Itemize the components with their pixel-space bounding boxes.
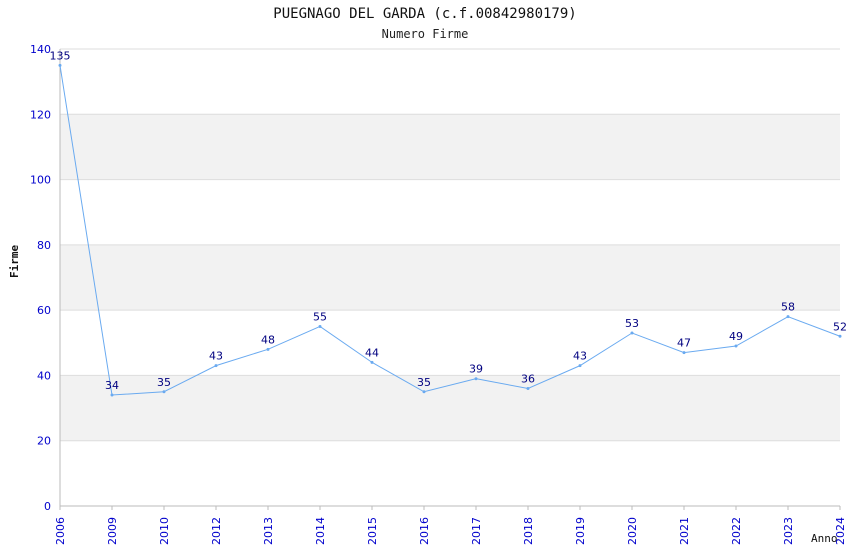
x-tick-label: 2013: [262, 517, 275, 545]
data-label: 43: [573, 350, 587, 363]
line-chart: 0 20 40 60 80 100 120 140 2006 2009 2010 2012 2013 20…: [30, 43, 847, 545]
x-tick-label: 2022: [730, 517, 743, 545]
x-tick-label: 2019: [574, 517, 587, 545]
data-point: [526, 386, 530, 390]
data-label: 55: [313, 310, 327, 323]
x-tick-label: 2016: [418, 517, 431, 545]
data-label: 58: [781, 301, 795, 314]
data-point: [58, 63, 62, 67]
data-point: [734, 344, 738, 348]
x-tick-label: 2010: [158, 517, 171, 545]
data-label: 52: [833, 320, 847, 333]
x-tick-label: 2009: [106, 517, 119, 545]
data-point: [318, 324, 322, 328]
x-tick-label: 2014: [314, 517, 327, 545]
data-label: 35: [417, 376, 431, 389]
data-point: [838, 334, 842, 338]
x-tick-label: 2024: [834, 517, 847, 545]
data-point: [474, 377, 478, 381]
x-tick-label: 2018: [522, 517, 535, 545]
y-tick-label: 80: [37, 239, 51, 252]
data-label: 43: [209, 350, 223, 363]
x-tick-label: 2017: [470, 517, 483, 545]
data-label: 53: [625, 317, 639, 330]
data-label: 135: [50, 49, 71, 62]
grid-band: [60, 114, 840, 180]
x-tick-label: 2023: [782, 517, 795, 545]
x-tick-label: 2012: [210, 517, 223, 545]
y-tick-label: 100: [30, 174, 51, 187]
x-tick-label: 2020: [626, 517, 639, 545]
data-point: [786, 315, 790, 319]
data-point: [266, 347, 270, 351]
data-point: [422, 390, 426, 394]
x-tick-label: 2021: [678, 517, 691, 545]
y-tick-label: 20: [37, 435, 51, 448]
data-label: 48: [261, 333, 275, 346]
y-tick-label: 60: [37, 304, 51, 317]
data-label: 49: [729, 330, 743, 343]
y-tick-label: 120: [30, 108, 51, 121]
data-point: [682, 351, 686, 355]
data-label: 39: [469, 363, 483, 376]
data-label: 34: [105, 379, 119, 392]
x-tick-label: 2015: [366, 517, 379, 545]
y-tick-label: 40: [37, 369, 51, 382]
data-label: 36: [521, 372, 535, 385]
y-tick-label: 0: [44, 500, 51, 513]
data-label: 35: [157, 376, 171, 389]
grid-band: [60, 244, 840, 311]
data-label: 47: [677, 337, 691, 350]
data-point: [162, 390, 166, 394]
data-label: 44: [365, 346, 379, 359]
x-tick-label: 2006: [54, 517, 67, 545]
data-point: [630, 331, 634, 335]
y-tick-label: 140: [30, 43, 51, 56]
data-point: [370, 360, 374, 364]
data-point: [110, 393, 114, 397]
data-point: [578, 364, 582, 368]
data-point: [214, 364, 218, 368]
